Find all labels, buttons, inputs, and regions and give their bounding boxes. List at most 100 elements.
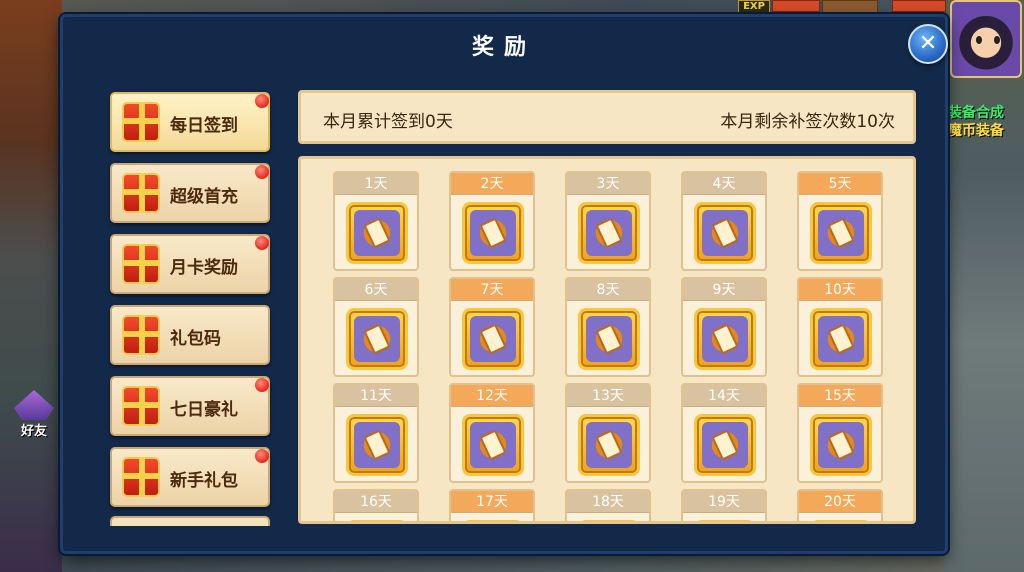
status-bar	[822, 0, 878, 14]
scroll-icon	[363, 323, 391, 355]
gift-box-icon	[122, 102, 160, 142]
checkin-day-cell[interactable]: 12天	[449, 383, 535, 483]
scroll-icon	[595, 429, 623, 461]
reward-scroll-icon-bg	[586, 316, 632, 362]
checkin-day-cell[interactable]: 2天	[449, 171, 535, 271]
reward-scroll-icon	[810, 202, 872, 264]
scroll-icon	[827, 429, 855, 461]
reward-scroll-icon	[462, 414, 524, 476]
friend-icon	[14, 390, 54, 420]
reward-scroll-icon-bg	[470, 316, 516, 362]
reward-scroll-icon	[694, 520, 756, 521]
checkin-day-cell[interactable]: 20天	[797, 489, 883, 521]
menu-item-label: 月卡奖励	[170, 258, 238, 278]
menu-item-partial[interactable]	[110, 516, 270, 526]
menu-item-label: 七日豪礼	[170, 400, 238, 420]
checkin-day-cell[interactable]: 6天	[333, 277, 419, 377]
checkin-day-cell[interactable]: 1天	[333, 171, 419, 271]
hp-bar	[772, 0, 820, 12]
scroll-icon	[479, 323, 507, 355]
gift-box-icon	[122, 173, 160, 213]
day-label: 15天	[799, 385, 881, 407]
remaining-makeup-count: 本月剩余补签次数10次	[720, 112, 895, 132]
checkin-day-cell[interactable]: 5天	[797, 171, 883, 271]
reward-scroll-icon	[578, 414, 640, 476]
mp-bar	[892, 0, 946, 12]
day-label: 4天	[683, 173, 765, 195]
menu-item-2[interactable]: 超级首充	[110, 163, 270, 223]
reward-scroll-icon-bg	[354, 210, 400, 256]
notification-dot-icon	[255, 449, 269, 463]
checkin-day-cell[interactable]: 15天	[797, 383, 883, 483]
checkin-day-cell[interactable]: 16天	[333, 489, 419, 521]
reward-scroll-icon	[694, 308, 756, 370]
scroll-icon	[595, 323, 623, 355]
checkin-day-cell[interactable]: 19天	[681, 489, 767, 521]
notification-dot-icon	[255, 378, 269, 392]
reward-scroll-icon	[810, 414, 872, 476]
reward-scroll-icon	[694, 414, 756, 476]
day-label: 8天	[567, 279, 649, 301]
day-label: 18天	[567, 491, 649, 513]
day-label: 12天	[451, 385, 533, 407]
checkin-day-cell[interactable]: 18天	[565, 489, 651, 521]
avatar-eye-left-icon	[976, 36, 982, 44]
menu-item-4[interactable]: 礼包码	[110, 305, 270, 365]
day-label: 16天	[335, 491, 417, 513]
reward-scroll-icon	[346, 308, 408, 370]
reward-scroll-icon-bg	[818, 316, 864, 362]
reward-scroll-icon-bg	[470, 210, 516, 256]
checkin-info-bar: 本月累计签到0天 本月剩余补签次数10次	[298, 90, 916, 144]
reward-scroll-icon	[462, 308, 524, 370]
checkin-day-cell[interactable]: 11天	[333, 383, 419, 483]
checkin-day-cell[interactable]: 4天	[681, 171, 767, 271]
checkin-day-cell[interactable]: 9天	[681, 277, 767, 377]
menu-item-6[interactable]: 新手礼包	[110, 447, 270, 507]
reward-scroll-icon	[578, 520, 640, 521]
day-label: 20天	[799, 491, 881, 513]
day-label: 9天	[683, 279, 765, 301]
exp-label: EXP	[738, 0, 770, 14]
checkin-day-cell[interactable]: 13天	[565, 383, 651, 483]
menu-item-label: 礼包码	[170, 329, 221, 349]
checkin-day-cell[interactable]: 8天	[565, 277, 651, 377]
reward-scroll-icon	[346, 414, 408, 476]
menu-item-1[interactable]: 每日签到	[110, 92, 270, 152]
scroll-icon	[827, 323, 855, 355]
reward-scroll-icon	[810, 520, 872, 521]
gift-box-icon	[122, 457, 160, 497]
day-label: 13天	[567, 385, 649, 407]
notification-dot-icon	[255, 94, 269, 108]
checkin-day-cell[interactable]: 10天	[797, 277, 883, 377]
gift-box-icon	[122, 315, 160, 355]
close-button[interactable]: ✕	[908, 24, 948, 64]
player-avatar[interactable]	[950, 0, 1022, 78]
reward-scroll-icon	[346, 202, 408, 264]
reward-scroll-icon-bg	[354, 316, 400, 362]
day-label: 7天	[451, 279, 533, 301]
checkin-day-cell[interactable]: 7天	[449, 277, 535, 377]
day-label: 19天	[683, 491, 765, 513]
reward-scroll-icon-bg	[702, 316, 748, 362]
demon-coin-equipment-link[interactable]: 魔币装备	[948, 120, 1024, 140]
avatar-eye-right-icon	[994, 36, 1000, 44]
game-scene-right	[944, 0, 1024, 572]
checkin-day-cell[interactable]: 3天	[565, 171, 651, 271]
game-scene-left	[0, 0, 62, 572]
gift-box-icon	[122, 386, 160, 426]
checkin-day-cell[interactable]: 14天	[681, 383, 767, 483]
reward-scroll-icon	[462, 202, 524, 264]
friend-button[interactable]: 好友	[10, 390, 58, 442]
scroll-icon	[363, 429, 391, 461]
checkin-day-cell[interactable]: 17天	[449, 489, 535, 521]
scroll-icon	[479, 217, 507, 249]
menu-item-label: 每日签到	[170, 116, 238, 136]
day-label: 3天	[567, 173, 649, 195]
reward-scroll-icon-bg	[470, 422, 516, 468]
menu-item-5[interactable]: 七日豪礼	[110, 376, 270, 436]
menu-item-3[interactable]: 月卡奖励	[110, 234, 270, 294]
notification-dot-icon	[255, 236, 269, 250]
equipment-combine-link[interactable]: 装备合成	[948, 102, 1024, 122]
reward-scroll-icon	[578, 308, 640, 370]
monthly-checkin-count: 本月累计签到0天	[323, 112, 453, 132]
